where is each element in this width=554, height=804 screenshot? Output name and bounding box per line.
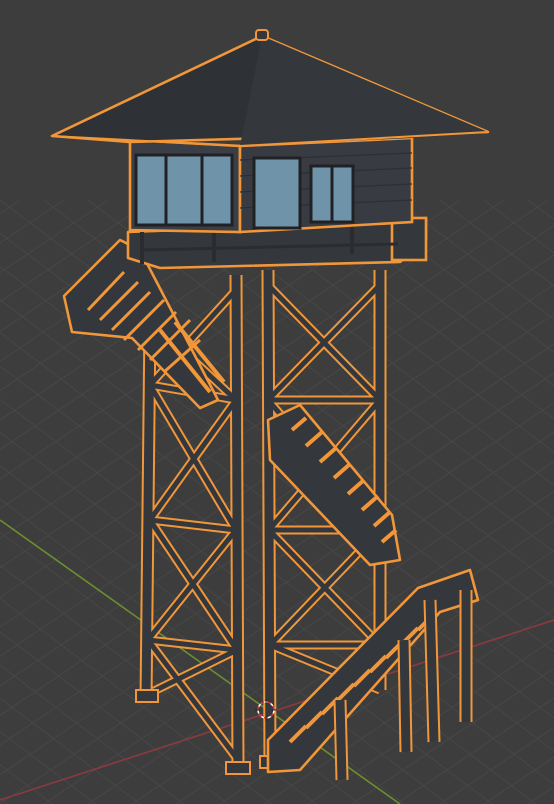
- 3d-cursor-icon[interactable]: [254, 698, 278, 722]
- 3d-viewport[interactable]: [0, 0, 554, 804]
- lower-staircase[interactable]: [266, 568, 480, 781]
- cabin-roof[interactable]: [50, 29, 490, 147]
- lookout-cabin[interactable]: [128, 136, 414, 234]
- fire-lookout-tower[interactable]: [0, 0, 554, 804]
